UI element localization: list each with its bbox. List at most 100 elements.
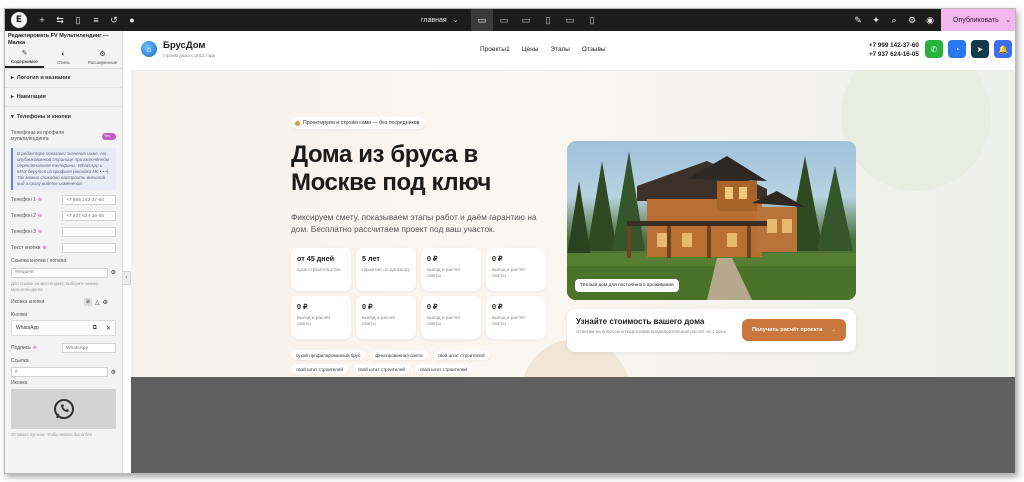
link-settings-icon[interactable]: ⚙ <box>111 269 116 276</box>
dynamic-tag-icon[interactable]: ⊛ <box>42 245 46 251</box>
icon-preview[interactable] <box>11 389 116 429</box>
stat-value: 0 ₽ <box>492 254 503 263</box>
telegram-button[interactable]: ➤ <box>971 40 989 58</box>
tab-label: Расширенные <box>87 60 118 65</box>
button-link-input[interactable]: #request <box>11 267 108 278</box>
whatsapp-button[interactable]: ✆ <box>925 40 943 58</box>
feature-tags: сухой профилированный брус фиксированная… <box>291 350 551 374</box>
pencil-icon[interactable]: ✎ <box>849 9 867 31</box>
page-selector[interactable]: главная ⌄ <box>421 12 463 28</box>
elementor-logo-icon[interactable]: E <box>11 12 27 28</box>
tab-label: Стиль <box>57 59 70 65</box>
mobile-landscape-device-icon[interactable]: ▭ <box>559 9 581 31</box>
phones-toggle-row: Телефоны из профиля мультилендинга Yes <box>5 126 122 146</box>
publish-button[interactable]: Опубликовать ⌄ <box>941 9 1015 31</box>
stat-desc: срок строительства <box>297 268 341 273</box>
header-buttons: ✆ ◔ ➤ 🔔 <box>925 40 1012 58</box>
feature-tag: свой штат строителей <box>353 364 410 374</box>
notification-button[interactable]: 🔔 <box>994 40 1012 58</box>
panel-collapse-handle[interactable]: ‹ <box>123 271 131 285</box>
site-nav: Проекты1 Цены Этапы Отзывы <box>480 46 606 53</box>
max-chat-button[interactable]: ◔ <box>948 40 966 58</box>
field-label-wrap: Текст кнопки ⊛ <box>11 245 59 251</box>
desktop-device-icon[interactable]: ▭ <box>471 9 493 31</box>
empty-drop-area[interactable] <box>131 377 1015 473</box>
theme-drop-icon[interactable]: ● <box>123 9 141 31</box>
dynamic-tag-icon[interactable]: ⊛ <box>38 213 42 219</box>
tab-label: Содержимое <box>11 59 38 64</box>
stat-desc: выезд и расчёт сметы <box>492 316 526 327</box>
ai-sparkle-icon[interactable]: ✦ <box>867 9 885 31</box>
stat-desc: гарантия по договору <box>362 268 410 273</box>
brand-name[interactable]: БрусДом <box>163 40 205 51</box>
add-element-icon[interactable]: + <box>33 9 51 31</box>
hero-section: Проектируем и строим сами — без посредни… <box>131 71 1015 377</box>
nav-item-prices[interactable]: Цены <box>522 46 539 53</box>
hero-title: Дома из бруса в Москве под ключ <box>291 141 491 196</box>
link-input[interactable]: # <box>11 367 108 377</box>
settings-sliders-icon[interactable]: ⇆ <box>51 9 69 31</box>
page-selector-label: главная <box>421 16 447 24</box>
stat-desc: выезд и расчёт сметы <box>427 268 461 279</box>
preview-eye-icon[interactable]: ◉ <box>921 9 939 31</box>
section-phones-and-buttons[interactable]: ▾ Телефоны и кнопки <box>5 107 122 126</box>
house-photo: Тёплый дом для постоянного проживания <box>567 141 856 300</box>
dynamic-tag-icon[interactable]: ⊛ <box>33 345 37 351</box>
phone-1-input[interactable]: +7 999 142-37-60 <box>62 195 116 205</box>
field-row-phone-2: Телефон 2 ⊛ +7 937 624-16-05 <box>5 208 122 224</box>
phone-3-input[interactable] <box>62 227 116 237</box>
duplicate-icon[interactable]: ⧉ <box>93 325 97 332</box>
get-estimate-button[interactable]: Получить расчёт проекта → <box>742 319 846 341</box>
tab-style[interactable]: ◐ Стиль <box>44 47 83 68</box>
tablet-portrait-device-icon[interactable]: ▯ <box>537 9 559 31</box>
button-icon-row: Иконка кнопки ⊘ △ ⚙ <box>5 294 122 310</box>
cta-card: Узнайте стоимость вашего дома Ответим на… <box>567 309 856 352</box>
section-navigation[interactable]: ▸ Навигация <box>5 88 122 107</box>
header-phone-1[interactable]: +7 999 142-37-60 <box>869 41 921 50</box>
laptop-device-icon[interactable]: ▭ <box>493 9 515 31</box>
stat-card: от 45 дней срок строительства <box>291 248 351 291</box>
search-icon[interactable]: ⌕ <box>885 9 903 31</box>
history-icon[interactable]: ↺ <box>105 9 123 31</box>
link-label: Ссылка <box>11 358 29 364</box>
chevron-down-icon: ⌄ <box>452 17 459 24</box>
stat-card: 0 ₽ выезд и расчёт сметы <box>291 296 351 339</box>
decor-circle <box>841 71 991 191</box>
button-text-input[interactable] <box>62 243 116 253</box>
stat-desc: выезд и расчёт сметы <box>297 316 331 327</box>
phones-toggle-switch[interactable]: Yes <box>102 132 116 140</box>
phone-2-input[interactable]: +7 937 624-16-05 <box>62 211 116 221</box>
header-phone-2[interactable]: +7 937 624-16-05 <box>869 50 921 59</box>
icon-upload-icon[interactable]: △ <box>95 299 100 306</box>
icon-label: Иконка <box>11 380 28 386</box>
stat-card: 0 ₽ выезд и расчёт сметы <box>421 296 481 339</box>
mobile-portrait-device-icon[interactable]: ▯ <box>581 9 603 31</box>
caption-input[interactable]: WhatsApp <box>62 343 116 353</box>
tablet-landscape-device-icon[interactable]: ▭ <box>515 9 537 31</box>
stat-card: 0 ₽ выезд и расчёт сметы <box>356 296 416 339</box>
section-logo-and-name[interactable]: ▸ Логотип и название <box>5 69 122 88</box>
section-label: Логотип и название <box>16 75 71 81</box>
nav-item-stages[interactable]: Этапы <box>550 46 569 53</box>
icon-none-icon[interactable]: ⊘ <box>84 298 92 306</box>
nav-item-reviews[interactable]: Отзывы <box>582 46 606 53</box>
dynamic-tag-icon[interactable]: ⊛ <box>38 229 42 235</box>
icon-library-icon[interactable]: ⚙ <box>103 299 108 306</box>
field-label: Подпись <box>11 345 31 351</box>
field-label: Телефон 3 <box>11 229 36 235</box>
max-chat-icon: ◔ <box>954 44 960 54</box>
dynamic-tag-icon[interactable]: ⊛ <box>38 197 42 203</box>
gear-icon[interactable]: ⚙ <box>903 9 921 31</box>
field-row-phone-3: Телефон 3 ⊛ <box>5 224 122 240</box>
link-settings-icon[interactable]: ⚙ <box>111 369 116 376</box>
nav-item-projects[interactable]: Проекты1 <box>480 46 510 53</box>
brand-logo-icon[interactable]: ⌂ <box>141 41 157 57</box>
tab-advanced[interactable]: ⚙ Расширенные <box>83 47 122 68</box>
whatsapp-icon <box>53 399 74 419</box>
repeater-item-whatsapp[interactable]: WhatsApp ⧉ ✕ <box>11 320 116 336</box>
close-icon[interactable]: ✕ <box>106 325 111 332</box>
structure-icon[interactable]: ≡ <box>87 9 105 31</box>
tab-content[interactable]: ✎ Содержимое <box>5 47 44 68</box>
publish-label: Опубликовать <box>953 16 999 24</box>
page-icon[interactable]: ▯ <box>69 9 87 31</box>
